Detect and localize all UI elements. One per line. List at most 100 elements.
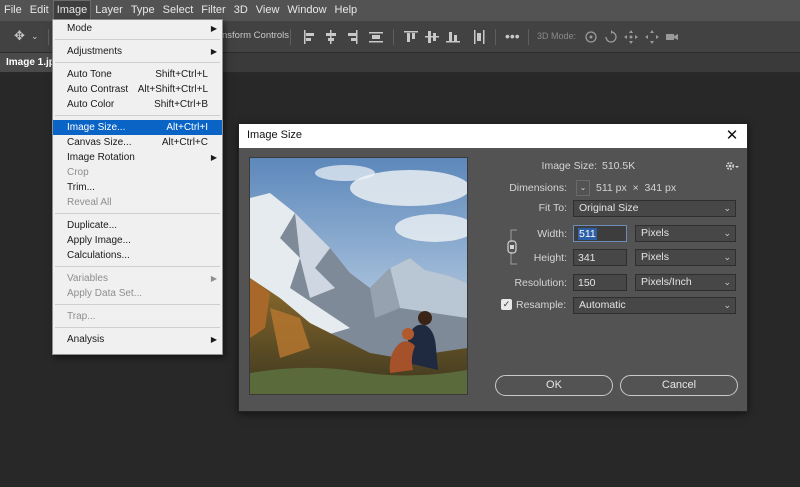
menu-item-label: Image Rotation <box>67 152 135 163</box>
align-center-icon[interactable] <box>324 30 338 44</box>
width-input[interactable]: 511 <box>573 225 627 242</box>
resolution-label: Resolution: <box>514 277 567 289</box>
transform-controls-label[interactable]: nsform Controls <box>222 30 289 41</box>
divider <box>528 29 529 45</box>
align-middle-icon[interactable] <box>425 30 439 44</box>
menu-item-canvas-size[interactable]: Canvas Size... Alt+Ctrl+C <box>53 135 222 150</box>
menu-item-adjustments[interactable]: Adjustments ▶ <box>53 44 222 59</box>
menu-type[interactable]: Type <box>127 0 159 21</box>
menu-item-auto-tone[interactable]: Auto Tone Shift+Ctrl+L <box>53 67 222 82</box>
distribute-icon[interactable] <box>369 30 383 44</box>
menu-image[interactable]: Image <box>52 0 92 21</box>
menu-item-label: Duplicate... <box>67 220 118 231</box>
chevron-down-icon[interactable]: ⌄ <box>576 180 590 196</box>
height-input[interactable]: 341 <box>573 249 627 266</box>
chevron-down-icon[interactable]: ⌄ <box>31 27 39 45</box>
chevron-down-icon: ⌄ <box>723 228 731 238</box>
submenu-arrow-icon: ▶ <box>210 47 217 56</box>
menu-item-duplicate[interactable]: Duplicate... <box>53 218 222 233</box>
menu-item-label: Reveal All <box>67 197 112 208</box>
menu-item-shortcut: Alt+Ctrl+C <box>161 137 208 148</box>
menu-item-label: Auto Color <box>67 99 115 110</box>
menu-separator <box>55 266 220 267</box>
fit-to-value: Original Size <box>579 202 639 214</box>
menu-item-label: Apply Image... <box>67 235 131 246</box>
ok-button[interactable]: OK <box>495 375 613 396</box>
align-left-icon[interactable] <box>303 30 317 44</box>
resolution-input[interactable]: 150 <box>573 274 627 291</box>
menu-bar: File Edit Image Layer Type Select Filter 3D View… <box>0 0 800 21</box>
menu-item-trim[interactable]: Trim... <box>53 180 222 195</box>
align-right-icon[interactable] <box>345 30 359 44</box>
menu-window[interactable]: Window <box>283 0 330 21</box>
settings-gear-icon[interactable] <box>725 160 739 172</box>
menu-item-label: Canvas Size... <box>67 137 132 148</box>
submenu-arrow-icon: ▶ <box>210 24 217 33</box>
menu-item-image-rotation[interactable]: Image Rotation ▶ <box>53 150 222 165</box>
chevron-down-icon: ⌄ <box>723 252 731 262</box>
align-bottom-icon[interactable] <box>446 30 460 44</box>
menu-view[interactable]: View <box>252 0 284 21</box>
chevron-down-icon: ⌄ <box>723 300 731 310</box>
menu-item-reveal-all: Reveal All <box>53 195 222 210</box>
menu-item-image-size[interactable]: Image Size... Alt+Ctrl+I <box>53 120 222 135</box>
menu-item-auto-color[interactable]: Auto Color Shift+Ctrl+B <box>53 97 222 112</box>
dimensions-label: Dimensions: <box>509 182 567 194</box>
resolution-unit-select[interactable]: Pixels/Inch ⌄ <box>635 274 736 291</box>
menu-file[interactable]: File <box>0 0 26 21</box>
resample-value: Automatic <box>579 299 626 311</box>
divider <box>495 29 496 45</box>
dialog-title: Image Size <box>247 129 303 141</box>
menu-item-shortcut: Alt+Ctrl+I <box>166 122 208 133</box>
menu-item-variables: Variables ▶ <box>53 271 222 286</box>
roll-3d-icon[interactable] <box>604 30 618 44</box>
height-unit-value: Pixels <box>641 251 670 263</box>
align-top-icon[interactable] <box>404 30 418 44</box>
width-label: Width: <box>537 228 567 240</box>
menu-item-mode[interactable]: Mode ▶ <box>53 21 222 36</box>
menu-item-label: Image Size... <box>67 122 126 133</box>
menu-separator <box>55 62 220 63</box>
menu-item-crop: Crop <box>53 165 222 180</box>
menu-item-apply-image[interactable]: Apply Image... <box>53 233 222 248</box>
menu-select[interactable]: Select <box>159 0 198 21</box>
slide-3d-icon[interactable] <box>645 30 659 44</box>
menu-item-auto-contrast[interactable]: Auto Contrast Alt+Shift+Ctrl+L <box>53 82 222 97</box>
width-unit-select[interactable]: Pixels ⌄ <box>635 225 736 242</box>
more-options-icon[interactable]: ••• <box>505 27 520 45</box>
menu-filter[interactable]: Filter <box>197 0 229 21</box>
image-menu-dropdown: Mode ▶ Adjustments ▶ Auto Tone Shift+Ctrl+L Au… <box>52 19 223 355</box>
menu-item-analysis[interactable]: Analysis ▶ <box>53 332 222 347</box>
menu-item-label: Crop <box>67 167 89 178</box>
resolution-unit-value: Pixels/Inch <box>641 276 692 288</box>
menu-3d[interactable]: 3D <box>230 0 252 21</box>
distribute-vertical-icon[interactable] <box>472 30 486 44</box>
orbit-3d-icon[interactable] <box>584 30 598 44</box>
move-tool-icon[interactable]: ✥ <box>14 27 25 45</box>
menu-edit[interactable]: Edit <box>26 0 53 21</box>
divider <box>290 29 291 45</box>
mountain-photo <box>250 158 467 394</box>
divider <box>393 29 394 45</box>
dimensions-value: 511 px × 341 px <box>596 182 677 194</box>
resample-select[interactable]: Automatic ⌄ <box>573 297 736 314</box>
menu-item-calculations[interactable]: Calculations... <box>53 248 222 263</box>
close-icon[interactable]: ✕ <box>723 127 741 145</box>
3d-mode-label: 3D Mode: <box>537 31 577 41</box>
fit-to-label: Fit To: <box>538 202 567 214</box>
menu-separator <box>55 115 220 116</box>
image-size-label: Image Size: <box>541 160 597 172</box>
menu-layer[interactable]: Layer <box>91 0 127 21</box>
fit-to-select[interactable]: Original Size ⌄ <box>573 200 736 217</box>
menu-item-label: Apply Data Set... <box>67 288 143 299</box>
menu-item-label: Analysis <box>67 334 105 345</box>
camera-3d-icon[interactable] <box>665 30 679 44</box>
chevron-down-icon: ⌄ <box>723 203 731 213</box>
menu-item-label: Adjustments <box>67 46 123 57</box>
resample-checkbox[interactable]: ✓ <box>501 299 512 310</box>
menu-help[interactable]: Help <box>331 0 362 21</box>
pan-3d-icon[interactable] <box>624 30 638 44</box>
cancel-button[interactable]: Cancel <box>620 375 738 396</box>
height-unit-select[interactable]: Pixels ⌄ <box>635 249 736 266</box>
width-value: 511 <box>578 228 597 240</box>
